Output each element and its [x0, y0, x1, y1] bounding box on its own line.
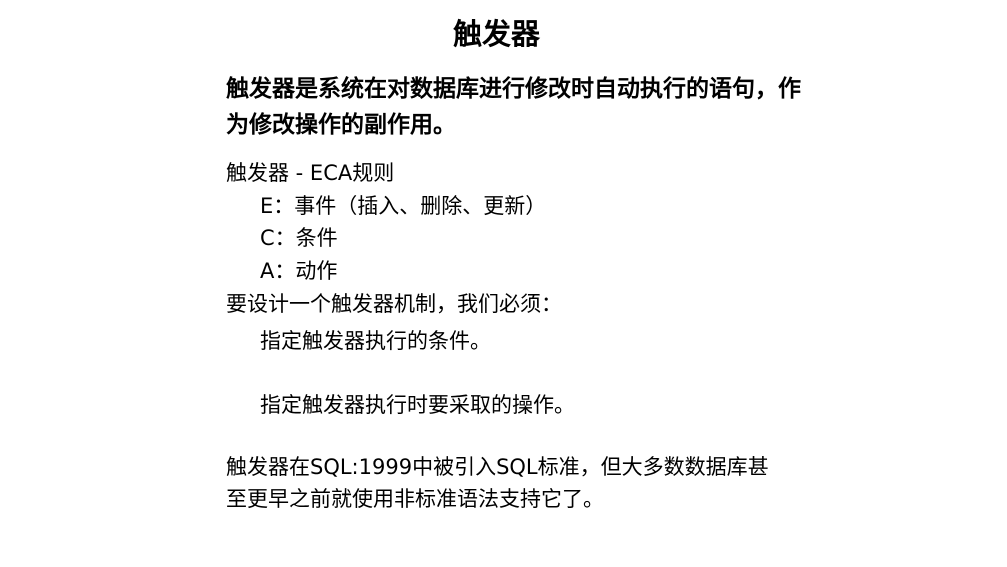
closing-paragraph: 触发器在SQL:1999中被引入SQL标准，但大多数数据库甚至更早之前就使用非标…	[226, 455, 769, 511]
eca-heading: 触发器 - ECA规则	[226, 161, 395, 185]
slide: 触发器 触发器是系统在对数据库进行修改时自动执行的语句，作为修改操作的副作用。 …	[0, 0, 1007, 567]
eca-item-action: A：动作	[260, 259, 338, 283]
design-item-condition: 指定触发器执行的条件。	[260, 329, 491, 353]
lead-statement: 触发器是系统在对数据库进行修改时自动执行的语句，作为修改操作的副作用。	[226, 76, 801, 138]
eca-item-event: E：事件（插入、删除、更新）	[260, 194, 547, 218]
eca-item-condition: C：条件	[260, 226, 338, 250]
slide-title: 触发器	[452, 17, 540, 51]
design-item-action: 指定触发器执行时要采取的操作。	[260, 393, 575, 417]
design-heading: 要设计一个触发器机制，我们必须：	[226, 292, 562, 316]
